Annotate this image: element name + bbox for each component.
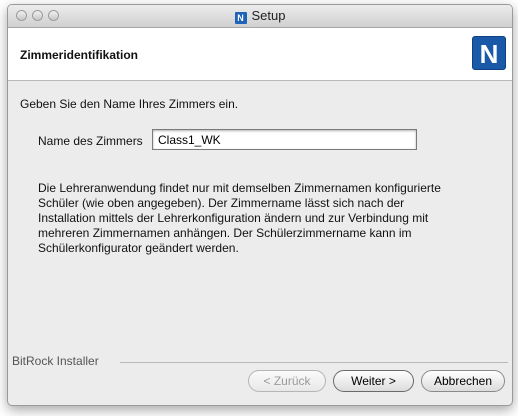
window-title: Setup (251, 8, 286, 23)
room-name-input[interactable] (152, 129, 417, 150)
cancel-button[interactable]: Abbrechen (421, 370, 505, 392)
window-title-area: N Setup (8, 5, 512, 27)
page-title: Zimmeridentifikation (20, 48, 139, 62)
room-name-label: Name des Zimmers (38, 134, 143, 148)
logo-icon: N (472, 36, 506, 70)
instruction-text: Geben Sie den Name Ihres Zimmers ein. (20, 97, 239, 111)
footer-separator (120, 362, 508, 363)
page-header: Zimmeridentifikation N (8, 28, 512, 81)
back-button[interactable]: < Zurück (248, 370, 326, 392)
description-text: Die Lehreranwendung findet nur mit demse… (38, 181, 441, 255)
setup-window: N Setup Zimmeridentifikation N Geben Sie … (7, 4, 513, 406)
installer-label: BitRock Installer (12, 354, 103, 368)
app-icon: N (234, 12, 247, 24)
title-bar[interactable]: N Setup (8, 5, 512, 28)
next-button[interactable]: Weiter > (333, 370, 414, 392)
